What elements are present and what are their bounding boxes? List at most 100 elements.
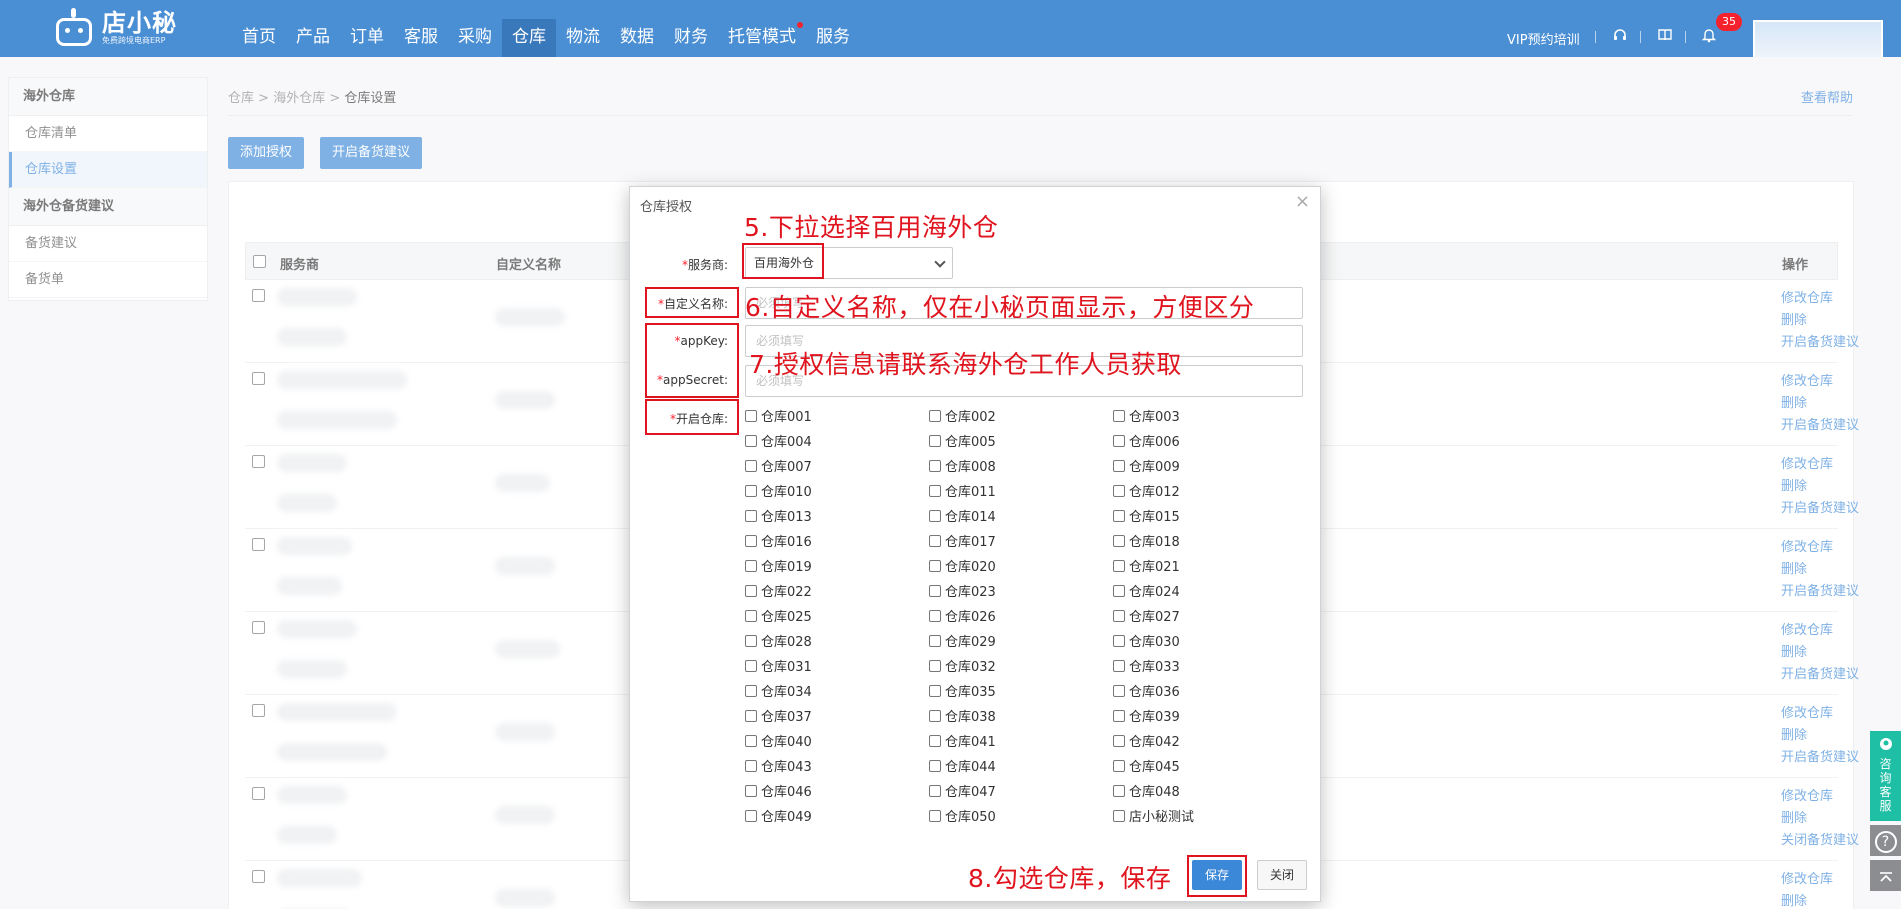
warehouse-checkbox[interactable]: 仓库031 — [745, 656, 812, 675]
user-avatar[interactable] — [1753, 20, 1883, 57]
warehouse-checkbox[interactable]: 仓库047 — [929, 781, 996, 800]
warehouse-checkbox[interactable]: 仓库013 — [745, 506, 812, 525]
warehouse-label: 仓库006 — [1129, 435, 1180, 450]
checkbox-icon — [929, 635, 941, 647]
warehouse-checkbox[interactable]: 仓库040 — [745, 731, 812, 750]
warehouse-checkbox[interactable]: 仓库003 — [1113, 406, 1180, 425]
warehouse-label: 仓库032 — [945, 660, 996, 675]
warehouse-checkbox[interactable]: 仓库032 — [929, 656, 996, 675]
warehouse-checkbox[interactable]: 仓库027 — [1113, 606, 1180, 625]
warehouse-checkbox[interactable]: 仓库011 — [929, 481, 996, 500]
warehouse-checkbox[interactable]: 仓库009 — [1113, 456, 1180, 475]
warehouse-checkbox[interactable]: 仓库046 — [745, 781, 812, 800]
warehouse-checkbox[interactable]: 仓库025 — [745, 606, 812, 625]
nav-item-1[interactable]: 产品 — [286, 19, 340, 57]
warehouse-label: 仓库019 — [761, 560, 812, 575]
warehouse-checkbox[interactable]: 仓库006 — [1113, 431, 1180, 450]
warehouse-checkbox[interactable]: 仓库049 — [745, 806, 812, 825]
warehouse-label: 仓库031 — [761, 660, 812, 675]
warehouse-checkbox[interactable]: 仓库002 — [929, 406, 996, 425]
warehouse-checkbox[interactable]: 仓库012 — [1113, 481, 1180, 500]
warehouse-checkbox[interactable]: 店小秘测试 — [1113, 806, 1194, 825]
nav-item-0[interactable]: 首页 — [232, 19, 286, 57]
nav-item-6[interactable]: 物流 — [556, 19, 610, 57]
warehouse-checkbox[interactable]: 仓库045 — [1113, 756, 1180, 775]
warehouse-checkbox[interactable]: 仓库023 — [929, 581, 996, 600]
warehouse-checkbox[interactable]: 仓库041 — [929, 731, 996, 750]
warehouse-checkbox[interactable]: 仓库039 — [1113, 706, 1180, 725]
warehouse-checkbox[interactable]: 仓库015 — [1113, 506, 1180, 525]
logo[interactable]: 店小秘 免费跨境电商ERP — [52, 6, 177, 50]
warehouse-checkbox[interactable]: 仓库033 — [1113, 656, 1180, 675]
warehouse-checkbox[interactable]: 仓库042 — [1113, 731, 1180, 750]
checkbox-icon — [1113, 485, 1125, 497]
nav-item-2[interactable]: 订单 — [340, 19, 394, 57]
warehouse-checkbox[interactable]: 仓库017 — [929, 531, 996, 550]
close-button[interactable]: 关闭 — [1257, 860, 1307, 890]
warehouse-checkbox[interactable]: 仓库024 — [1113, 581, 1180, 600]
warehouse-checkbox[interactable]: 仓库004 — [745, 431, 812, 450]
nav-item-3[interactable]: 客服 — [394, 19, 448, 57]
warehouse-checkbox[interactable]: 仓库005 — [929, 431, 996, 450]
nav-item-7[interactable]: 数据 — [610, 19, 664, 57]
warehouse-checkbox[interactable]: 仓库007 — [745, 456, 812, 475]
checkbox-icon — [1113, 685, 1125, 697]
warehouse-checkbox[interactable]: 仓库030 — [1113, 631, 1180, 650]
warehouse-label: 仓库039 — [1129, 710, 1180, 725]
back-to-top-button[interactable] — [1870, 860, 1901, 891]
warehouse-checkbox[interactable]: 仓库020 — [929, 556, 996, 575]
customer-service-float[interactable]: 咨询客服 — [1870, 731, 1901, 821]
warehouse-checkbox[interactable]: 仓库043 — [745, 756, 812, 775]
warehouse-checkbox[interactable]: 仓库022 — [745, 581, 812, 600]
warehouse-checkbox[interactable]: 仓库048 — [1113, 781, 1180, 800]
checkbox-icon — [929, 510, 941, 522]
warehouse-checkbox[interactable]: 仓库034 — [745, 681, 812, 700]
warehouse-checkbox[interactable]: 仓库016 — [745, 531, 812, 550]
checkbox-icon — [1113, 660, 1125, 672]
warehouse-checkbox[interactable]: 仓库050 — [929, 806, 996, 825]
warehouse-label: 仓库028 — [761, 635, 812, 650]
warehouse-checkbox[interactable]: 仓库001 — [745, 406, 812, 425]
headset-icon[interactable] — [1612, 27, 1628, 43]
help-float-button[interactable]: ? — [1870, 825, 1901, 856]
customer-service-label: 咨询客服 — [1879, 757, 1892, 813]
warehouse-checkbox[interactable]: 仓库026 — [929, 606, 996, 625]
warehouse-label: 仓库004 — [761, 435, 812, 450]
warehouse-checkbox[interactable]: 仓库018 — [1113, 531, 1180, 550]
warehouse-checkbox[interactable]: 仓库038 — [929, 706, 996, 725]
warehouse-checkbox[interactable]: 仓库010 — [745, 481, 812, 500]
nav-item-5[interactable]: 仓库 — [502, 19, 556, 57]
checkbox-icon — [929, 810, 941, 822]
logo-subtitle: 免费跨境电商ERP — [102, 36, 166, 45]
warehouse-checkbox[interactable]: 仓库044 — [929, 756, 996, 775]
vip-training-link[interactable]: VIP预约培训 — [1507, 29, 1580, 48]
book-icon[interactable] — [1657, 27, 1673, 43]
warehouse-label: 仓库041 — [945, 735, 996, 750]
nav-item-9[interactable]: 托管模式 — [718, 19, 806, 57]
close-icon[interactable]: × — [1295, 191, 1310, 212]
nav-item-8[interactable]: 财务 — [664, 19, 718, 57]
warehouse-checkbox[interactable]: 仓库028 — [745, 631, 812, 650]
warehouse-label: 仓库045 — [1129, 760, 1180, 775]
warehouse-checkbox[interactable]: 仓库014 — [929, 506, 996, 525]
nav-item-4[interactable]: 采购 — [448, 19, 502, 57]
warehouse-label: 店小秘测试 — [1129, 810, 1195, 825]
warehouse-checkbox[interactable]: 仓库021 — [1113, 556, 1180, 575]
warehouse-checkbox[interactable]: 仓库037 — [745, 706, 812, 725]
checkbox-icon — [745, 760, 757, 772]
chevron-down-icon — [934, 256, 946, 268]
warehouse-label: 仓库027 — [1129, 610, 1180, 625]
warehouse-checkbox[interactable]: 仓库008 — [929, 456, 996, 475]
warehouse-label: 仓库003 — [1129, 410, 1180, 425]
checkbox-icon — [929, 535, 941, 547]
nav-item-10[interactable]: 服务 — [806, 19, 860, 57]
warehouse-checkbox[interactable]: 仓库029 — [929, 631, 996, 650]
warehouse-checkbox[interactable]: 仓库019 — [745, 556, 812, 575]
warehouse-label: 仓库008 — [945, 460, 996, 475]
bell-icon[interactable] — [1701, 27, 1717, 43]
warehouse-label: 仓库047 — [945, 785, 996, 800]
warehouse-checkbox[interactable]: 仓库036 — [1113, 681, 1180, 700]
warehouse-label: 仓库010 — [761, 485, 812, 500]
warehouse-checkbox[interactable]: 仓库035 — [929, 681, 996, 700]
notification-badge: 35 — [1716, 13, 1742, 31]
